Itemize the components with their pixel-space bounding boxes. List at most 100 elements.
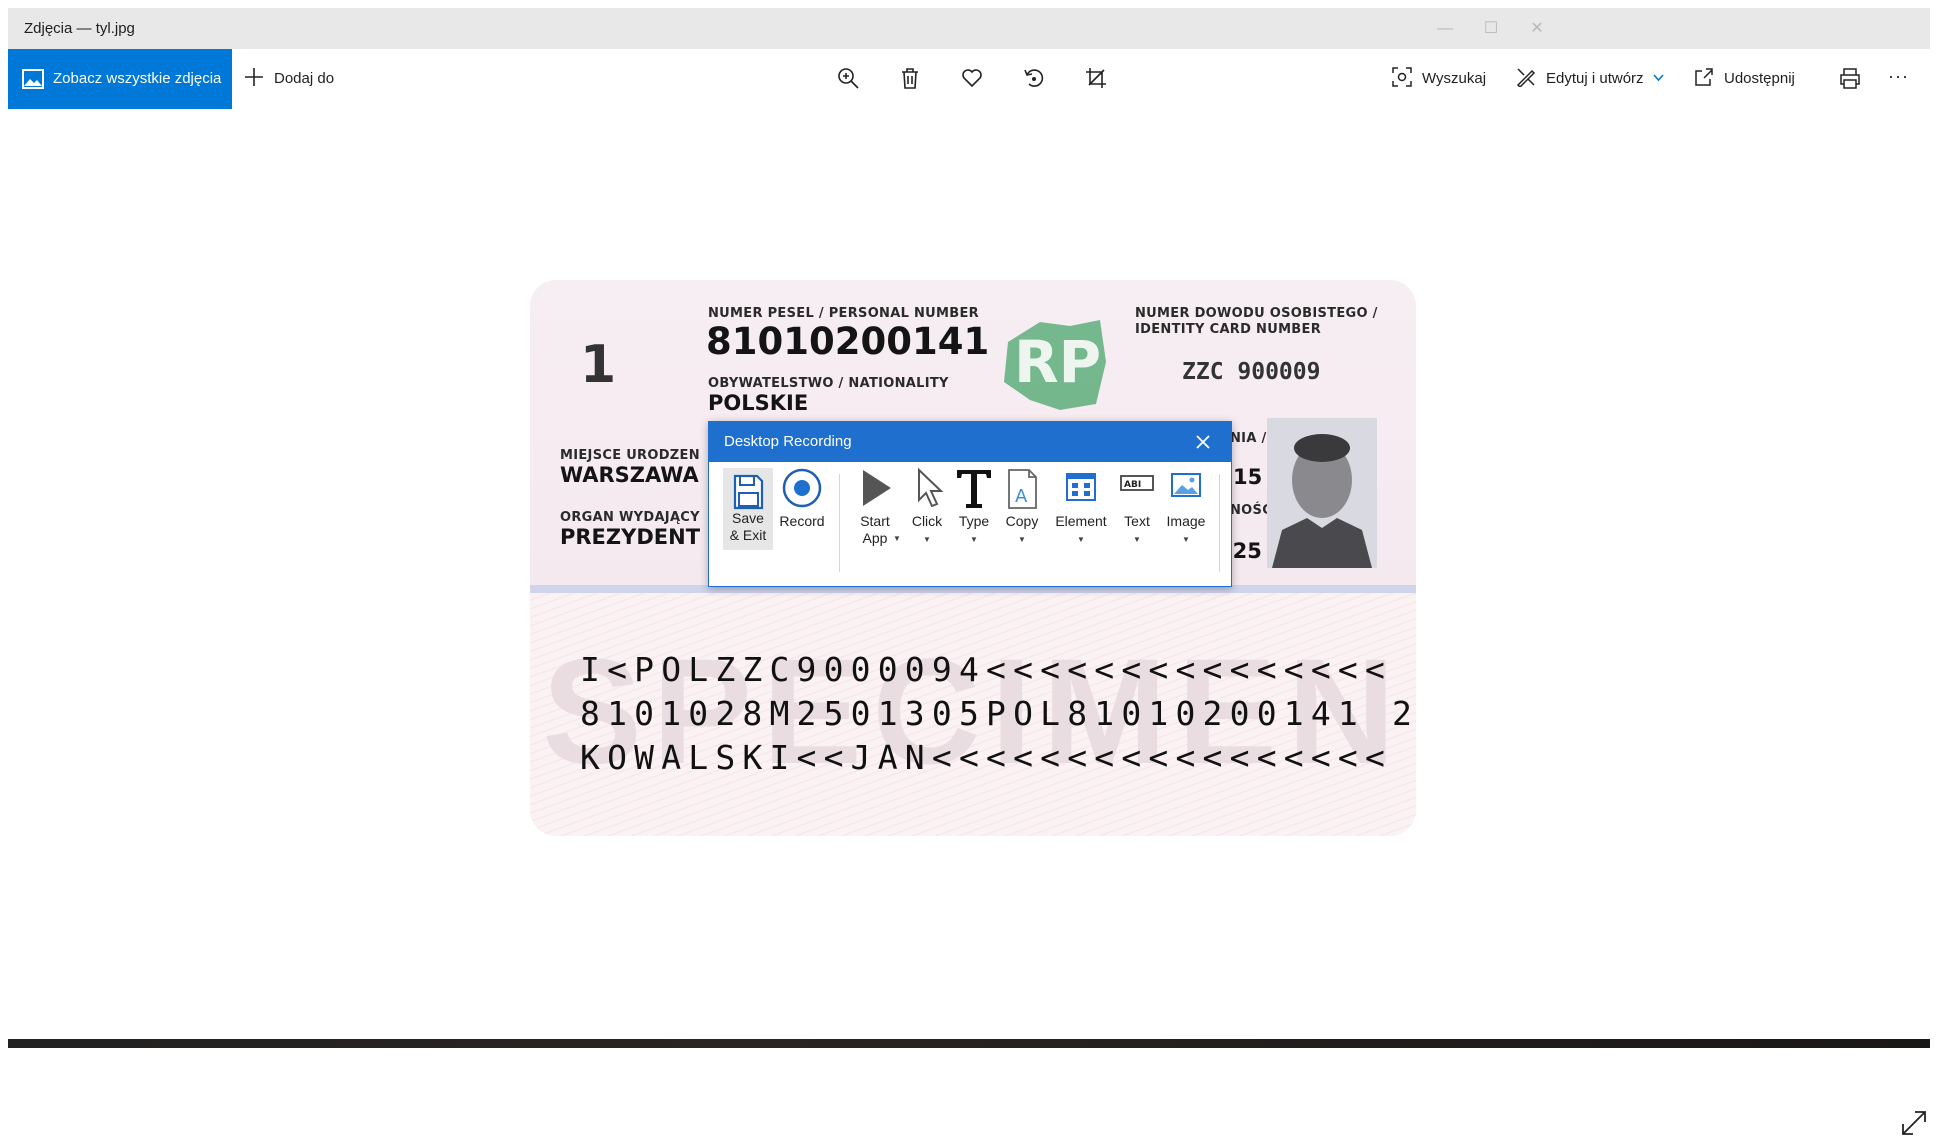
rotate-button[interactable] xyxy=(1012,49,1056,109)
image-label: Image xyxy=(1166,513,1206,529)
dialog-header: Desktop Recording xyxy=(709,422,1231,462)
maximize-button[interactable]: ☐ xyxy=(1468,8,1514,49)
copy-button[interactable]: A Copy ▼ xyxy=(997,462,1047,572)
text-button[interactable]: ABI Text ▼ xyxy=(1115,462,1159,572)
type-button[interactable]: Type ▼ xyxy=(951,462,997,572)
id-number-label-en: IDENTITY CARD NUMBER xyxy=(1135,322,1322,337)
delete-button[interactable] xyxy=(888,49,932,109)
edit-create-button[interactable]: Edytuj i utwórz xyxy=(1516,49,1664,109)
type-label: Type xyxy=(958,513,990,529)
app-toolbar: Zobacz wszystkie zdjęcia Dodaj do Wyszuk… xyxy=(8,49,1930,109)
crop-icon xyxy=(1086,68,1106,88)
id-number-label: NUMER DOWODU OSOBISTEGO / xyxy=(1135,306,1378,321)
record-icon xyxy=(782,468,822,508)
svg-text:A: A xyxy=(1015,486,1028,507)
chevron-down-icon: ▼ xyxy=(970,535,978,544)
plus-icon xyxy=(245,68,263,86)
add-to-label: Dodaj do xyxy=(274,70,335,87)
search-button[interactable]: Wyszukaj xyxy=(1392,49,1492,109)
cursor-icon xyxy=(918,467,944,508)
issuer-value: PREZYDENT xyxy=(560,525,701,549)
click-button[interactable]: Click ▼ xyxy=(903,462,951,572)
title-bar: Zdjęcia — tyl.jpg — ☐ ✕ xyxy=(8,8,1930,49)
chevron-down-icon: ▼ xyxy=(1018,535,1026,544)
add-to-button[interactable]: Dodaj do xyxy=(244,49,344,109)
visual-search-icon xyxy=(1392,67,1412,87)
dialog-title: Desktop Recording xyxy=(724,433,852,450)
printer-icon xyxy=(1840,68,1860,89)
copy-document-icon: A xyxy=(1008,469,1037,509)
crop-button[interactable] xyxy=(1074,49,1118,109)
edit-create-label: Edytuj i utwórz xyxy=(1546,70,1644,87)
see-all-photos-button[interactable]: Zobacz wszystkie zdjęcia xyxy=(8,49,232,109)
text-label: Text xyxy=(1124,513,1150,529)
picture-icon xyxy=(1171,473,1201,497)
play-icon xyxy=(863,470,891,506)
chevron-down-icon: ▼ xyxy=(1133,535,1141,544)
pesel-value: 81010200141 xyxy=(706,320,990,363)
mrz-line-2: 8101028M2501305POL81010200141 2 xyxy=(580,694,1416,733)
birthplace-value: WARSZAWA xyxy=(560,463,699,487)
more-options-button[interactable]: ··· xyxy=(1888,49,1918,109)
rotate-icon xyxy=(1024,69,1044,87)
zoom-in-button[interactable] xyxy=(826,49,870,109)
issuer-label: ORGAN WYDAJĄCY xyxy=(560,510,700,525)
holder-photo xyxy=(1267,418,1377,568)
text-t-icon xyxy=(957,470,991,508)
partial-label-1: NIA / xyxy=(1230,431,1267,446)
save-exit-label-1: Save xyxy=(732,510,764,526)
can-code: 1 xyxy=(580,335,617,395)
pesel-label: NUMER PESEL / PERSONAL NUMBER xyxy=(708,306,979,321)
chevron-down-icon: ▼ xyxy=(923,535,931,544)
chevron-down-icon: ▼ xyxy=(1077,535,1085,544)
heart-icon xyxy=(962,69,982,88)
desktop-recording-dialog: Desktop Recording Save & Exit Record Sta… xyxy=(708,421,1232,587)
element-grid-icon xyxy=(1066,473,1096,501)
start-app-button[interactable]: Start App ▼ xyxy=(847,462,903,572)
mrz-line-1: I<POLZZC9000094<<<<<<<<<<<<<<< xyxy=(580,650,1393,689)
record-button[interactable]: Record xyxy=(775,462,829,562)
start-app-label-1: Start xyxy=(860,513,890,529)
id-number-value: ZZC 900009 xyxy=(1182,359,1321,385)
image-button[interactable]: Image ▼ xyxy=(1159,462,1213,572)
share-button[interactable]: Udostępnij xyxy=(1694,49,1804,109)
floppy-disk-icon xyxy=(733,474,764,510)
close-icon[interactable] xyxy=(1193,432,1213,452)
minimize-button[interactable]: — xyxy=(1422,8,1468,49)
rp-emblem-text: RP xyxy=(1014,328,1101,396)
nationality-value: POLSKIE xyxy=(708,391,809,415)
rp-emblem-icon: RP xyxy=(1004,320,1106,410)
svg-text:ABI: ABI xyxy=(1124,480,1141,490)
element-label: Element xyxy=(1055,513,1107,529)
print-button[interactable] xyxy=(1828,49,1872,109)
text-field-icon: ABI xyxy=(1120,475,1154,491)
edit-icon xyxy=(1516,68,1536,87)
click-label: Click xyxy=(911,513,943,529)
taskbar xyxy=(8,1039,1930,1048)
close-window-button[interactable]: ✕ xyxy=(1514,8,1560,49)
zoom-in-icon xyxy=(838,68,859,89)
trash-icon xyxy=(902,68,918,89)
share-label: Udostępnij xyxy=(1724,70,1795,87)
chevron-down-icon xyxy=(1653,74,1664,82)
share-icon xyxy=(1695,68,1713,86)
search-label: Wyszukaj xyxy=(1422,70,1487,87)
save-exit-label-2: & Exit xyxy=(729,527,767,543)
partial-value-1: 15 xyxy=(1233,465,1263,489)
favorite-button[interactable] xyxy=(950,49,994,109)
nationality-label: OBYWATELSTWO / NATIONALITY xyxy=(708,376,949,391)
see-all-photos-label: Zobacz wszystkie zdjęcia xyxy=(53,70,222,87)
ribbon-separator xyxy=(1219,474,1220,572)
recording-ribbon: Save & Exit Record Start App ▼ Click ▼ T… xyxy=(709,462,1231,586)
more-options-label: ··· xyxy=(1888,66,1909,86)
ribbon-separator xyxy=(839,474,840,572)
mrz-line-3: KOWALSKI<<JAN<<<<<<<<<<<<<<<<< xyxy=(580,738,1393,777)
copy-label: Copy xyxy=(1005,513,1039,529)
photo-icon xyxy=(22,69,44,89)
window-title: Zdjęcia — tyl.jpg xyxy=(24,20,135,37)
expand-icon[interactable] xyxy=(1900,1109,1928,1137)
element-button[interactable]: Element ▼ xyxy=(1047,462,1115,572)
chevron-down-icon: ▼ xyxy=(1182,535,1190,544)
birthplace-label: MIEJSCE URODZEN xyxy=(560,448,700,463)
save-exit-button[interactable]: Save & Exit xyxy=(723,468,773,550)
